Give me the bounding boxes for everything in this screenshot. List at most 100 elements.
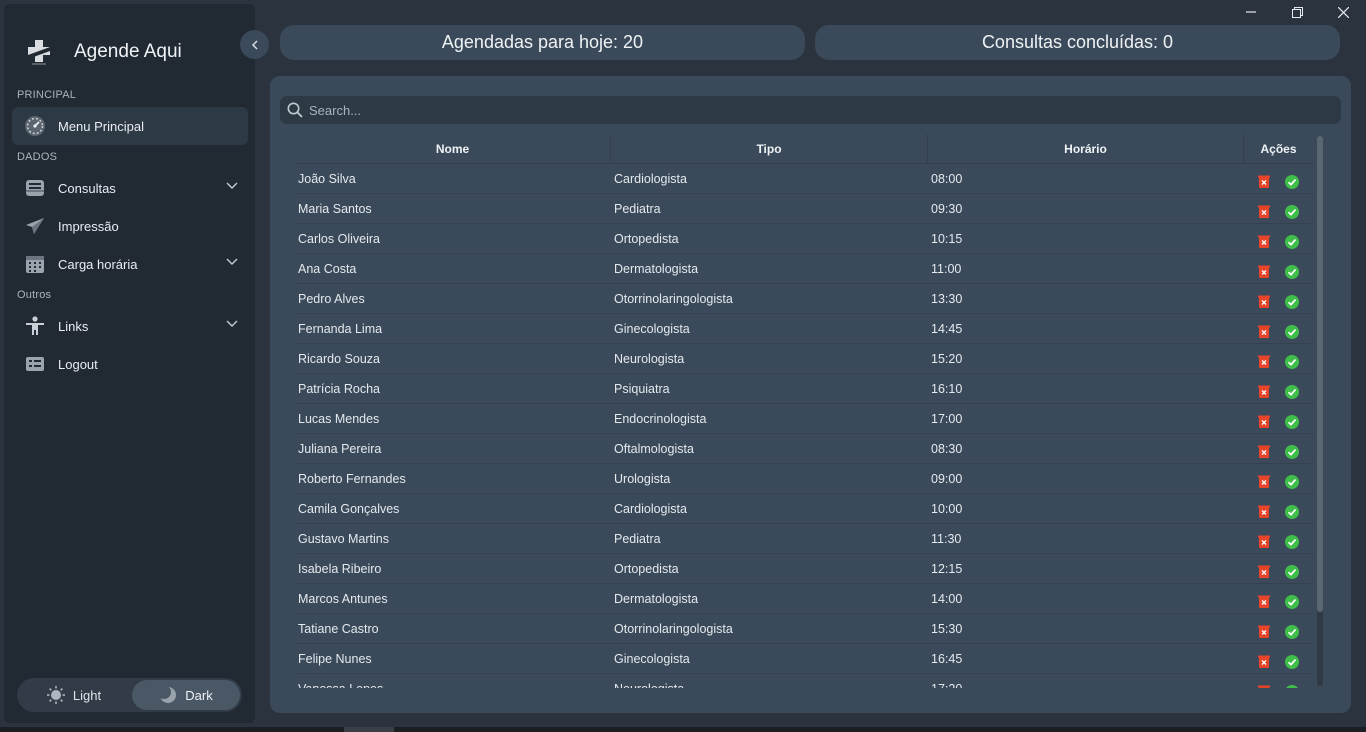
- delete-icon[interactable]: [1257, 445, 1271, 459]
- cell-nome: Patrícia Rocha: [298, 381, 380, 396]
- theme-light-label: Light: [72, 687, 102, 703]
- table-row[interactable]: Vanessa LopesNeurologista17:20: [295, 674, 1313, 688]
- confirm-check-icon[interactable]: [1285, 594, 1299, 609]
- cell-acoes: [1244, 204, 1313, 219]
- section-principal: PRINCIPAL: [17, 89, 77, 101]
- table-row[interactable]: Fernanda Lima Ginecologista 14:45: [295, 314, 1313, 344]
- collapse-sidebar-button[interactable]: [240, 30, 269, 59]
- confirm-check-icon[interactable]: [1285, 324, 1299, 339]
- cell-nome: Tatiane Castro: [298, 621, 379, 636]
- table-row[interactable]: Ricardo Souza Neurologista 15:20: [295, 344, 1313, 374]
- confirm-check-icon[interactable]: [1285, 654, 1299, 669]
- delete-icon[interactable]: [1257, 175, 1271, 189]
- delete-icon[interactable]: [1257, 415, 1271, 429]
- cell-tipo: Ortopedista: [614, 231, 679, 246]
- delete-icon[interactable]: [1257, 625, 1271, 639]
- column-header-tipo[interactable]: Tipo: [611, 134, 928, 164]
- delete-icon[interactable]: [1257, 235, 1271, 249]
- confirm-check-icon[interactable]: [1285, 624, 1299, 639]
- cell-horario: 11:00: [931, 261, 962, 276]
- table-row[interactable]: Carlos Oliveira Ortopedista 10:15: [295, 224, 1313, 254]
- delete-icon[interactable]: [1257, 205, 1271, 219]
- confirm-check-icon[interactable]: [1285, 384, 1299, 399]
- confirm-check-icon[interactable]: [1285, 204, 1299, 219]
- cell-nome: Juliana Pereira: [298, 441, 382, 456]
- close-window-button[interactable]: [1320, 0, 1366, 24]
- confirm-check-icon[interactable]: [1285, 444, 1299, 459]
- cell-nome: Felipe Nunes: [298, 651, 372, 666]
- table-scrollbar[interactable]: [1317, 136, 1323, 686]
- cell-tipo: Neurologista: [611, 682, 928, 689]
- cell-nome: Isabela Ribeiro: [298, 561, 382, 576]
- search-bar[interactable]: Search...: [280, 96, 1341, 124]
- delete-icon[interactable]: [1257, 535, 1271, 549]
- delete-icon[interactable]: [1257, 565, 1271, 579]
- sidebar-item-logout[interactable]: Logout: [12, 345, 248, 383]
- confirm-check-icon[interactable]: [1285, 234, 1299, 249]
- scrollbar-thumb[interactable]: [1317, 136, 1323, 612]
- table-row[interactable]: João Silva Cardiologista 08:00: [295, 164, 1313, 194]
- confirm-check-icon[interactable]: [1285, 174, 1299, 189]
- cell-tipo: Oftalmologista: [614, 441, 694, 456]
- delete-icon[interactable]: [1257, 685, 1271, 688]
- confirm-check-icon[interactable]: [1285, 684, 1299, 688]
- table-row[interactable]: Maria Santos Pediatra 09:30: [295, 194, 1313, 224]
- confirm-check-icon[interactable]: [1285, 354, 1299, 369]
- calendar-grid-icon: [24, 253, 46, 275]
- table-row[interactable]: Roberto Fernandes Urologista 09:00: [295, 464, 1313, 494]
- sidebar-item-label: Logout: [58, 356, 98, 372]
- sidebar-item-carga-horaria[interactable]: Carga horária: [12, 245, 248, 283]
- confirm-check-icon[interactable]: [1285, 474, 1299, 489]
- completed-consultations-card: Consultas concluídas: 0: [815, 25, 1340, 60]
- column-header-acoes: Ações: [1260, 142, 1297, 156]
- table-row[interactable]: Marcos Antunes Dermatologista 14:00: [295, 584, 1313, 614]
- confirm-check-icon[interactable]: [1285, 294, 1299, 309]
- sidebar-item-consultas[interactable]: Consultas: [12, 169, 248, 207]
- minimize-button[interactable]: [1228, 0, 1274, 24]
- cell-tipo: Pediatra: [614, 201, 661, 216]
- delete-icon[interactable]: [1257, 295, 1271, 309]
- delete-icon[interactable]: [1257, 655, 1271, 669]
- table-row[interactable]: Patrícia Rocha Psiquiatra 16:10: [295, 374, 1313, 404]
- sidebar-item-menu-principal[interactable]: Menu Principal: [12, 107, 248, 145]
- table-row[interactable]: Camila Gonçalves Cardiologista 10:00: [295, 494, 1313, 524]
- restore-button[interactable]: [1274, 0, 1320, 24]
- table-row[interactable]: Ana Costa Dermatologista 11:00: [295, 254, 1313, 284]
- table-row[interactable]: Pedro Alves Otorrinolaringologista 13:30: [295, 284, 1313, 314]
- confirm-check-icon[interactable]: [1285, 504, 1299, 519]
- cell-tipo: Dermatologista: [614, 591, 699, 606]
- delete-icon[interactable]: [1257, 355, 1271, 369]
- delete-icon[interactable]: [1257, 475, 1271, 489]
- table-row[interactable]: Lucas Mendes Endocrinologista 17:00: [295, 404, 1313, 434]
- confirm-check-icon[interactable]: [1285, 534, 1299, 549]
- sidebar-item-label: Consultas: [58, 180, 116, 196]
- confirm-check-icon[interactable]: [1285, 414, 1299, 429]
- table-row[interactable]: Gustavo Martins Pediatra 11:30: [295, 524, 1313, 554]
- confirm-check-icon[interactable]: [1285, 264, 1299, 279]
- theme-light-option[interactable]: Light: [20, 680, 128, 710]
- delete-icon[interactable]: [1257, 265, 1271, 279]
- column-header-horario[interactable]: Horário: [928, 134, 1244, 164]
- theme-dark-option[interactable]: Dark: [132, 680, 240, 710]
- cell-acoes: [1244, 264, 1313, 279]
- delete-icon[interactable]: [1257, 385, 1271, 399]
- delete-icon[interactable]: [1257, 325, 1271, 339]
- delete-icon[interactable]: [1257, 595, 1271, 609]
- table-row[interactable]: Felipe Nunes Ginecologista 16:45: [295, 644, 1313, 674]
- column-header-nome[interactable]: Nome: [295, 134, 611, 164]
- cell-horario: 14:45: [931, 321, 963, 336]
- delete-icon[interactable]: [1257, 505, 1271, 519]
- cell-horario: 17:00: [931, 411, 963, 426]
- search-input[interactable]: Search...: [309, 103, 361, 118]
- cell-tipo: Otorrinolaringologista: [614, 621, 733, 636]
- table-row[interactable]: Isabela Ribeiro Ortopedista 12:15: [295, 554, 1313, 584]
- cell-tipo: Cardiologista: [614, 171, 687, 186]
- sidebar-item-impressao[interactable]: Impressão: [12, 207, 248, 245]
- dashboard-gauge-icon: [24, 115, 46, 137]
- confirm-check-icon[interactable]: [1285, 564, 1299, 579]
- table-row[interactable]: Tatiane Castro Otorrinolaringologista 15:3…: [295, 614, 1313, 644]
- cell-tipo: Ortopedista: [614, 561, 679, 576]
- sidebar-item-links[interactable]: Links: [12, 307, 248, 345]
- table-row[interactable]: Juliana Pereira Oftalmologista 08:30: [295, 434, 1313, 464]
- cell-acoes: [1244, 624, 1313, 639]
